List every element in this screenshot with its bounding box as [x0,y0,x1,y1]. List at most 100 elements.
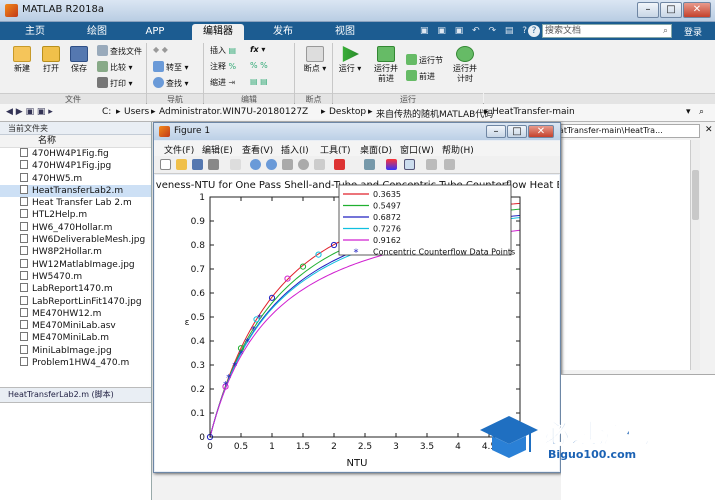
editor-tab[interactable]: eatTransfer-main\HeatTra... [550,124,700,138]
indent-button[interactable]: 缩进 ⇥ [210,77,235,88]
menu-window[interactable]: 窗口(W) [400,143,434,156]
path-drive[interactable]: C: [102,107,111,117]
menu-insert[interactable]: 插入(I) [281,143,309,156]
run-section-button[interactable]: 运行节 [406,54,443,66]
file-item[interactable]: ME470MiniLab.asv [0,320,151,332]
tab-editor[interactable]: 编辑器 [192,24,244,40]
file-item[interactable]: HW12MatlabImage.jpg [0,258,151,271]
help-icon[interactable]: ? [528,25,540,37]
tab-apps[interactable]: APP [134,24,176,40]
fx-icon[interactable]: fx ▾ [250,45,265,54]
print-icon[interactable] [208,159,219,170]
ribbon-tab-strip: 主页 绘图 APP 编辑器 发布 视图 ▣ ▣ ▣ ↶ ↷ ▤ ? ? 搜索文档… [0,22,715,40]
editor-scrollbar[interactable] [690,140,700,370]
file-item[interactable]: HW6DeliverableMesh.jpg [0,234,151,246]
file-item[interactable]: ME470MiniLab.m [0,332,151,344]
zoom-out-icon[interactable] [266,159,277,170]
m-file-icon [20,357,28,367]
colorbar-icon[interactable] [386,159,397,170]
file-item[interactable]: HW6_470Hollar.m [0,221,151,234]
scroll-thumb[interactable] [692,170,699,220]
file-item[interactable]: MiniLabImage.jpg [0,344,151,357]
save-icon[interactable] [192,159,203,170]
new-button[interactable]: 新建 [8,46,36,74]
run-advance-button[interactable]: 运行并 前进 [370,46,402,84]
watermark: 必过源码 Biguo100.com [478,410,708,472]
menu-desktop[interactable]: 桌面(D) [360,143,392,156]
edit-icons-2[interactable]: ▤ ▤ [250,77,268,86]
goto-button[interactable]: 转至 ▾ [153,61,189,73]
address-search-icon[interactable]: ⌕ [699,107,704,117]
show-tools-icon[interactable] [444,159,455,170]
legend-entry: 0.9162 [373,236,401,245]
name-column-header[interactable]: 名称 [0,135,151,148]
file-item[interactable]: HW5470.m [0,270,151,283]
legend-icon[interactable] [404,159,415,170]
tab-publish[interactable]: 发布 [262,24,304,40]
zoom-in-icon[interactable] [250,159,261,170]
advance-label: 前进 [419,72,435,81]
file-item[interactable]: Problem1HW4_470.m [0,357,151,369]
link-icon[interactable] [364,159,375,170]
path-folder[interactable]: 来自传热的随机MATLAB代码 [376,107,493,120]
path-current[interactable]: HeatTransfer-main [492,107,575,117]
quick-access-icons[interactable]: ▣ ▣ ▣ ↶ ↷ ▤ ? [420,26,530,36]
file-item[interactable]: Heat Transfer Lab 2.m [0,197,151,209]
data-cursor-icon[interactable] [314,159,325,170]
maximize-button[interactable]: □ [660,2,682,18]
new-figure-icon[interactable] [160,159,171,170]
find-files-button[interactable]: 查找文件 [97,45,142,57]
rotate-icon[interactable] [298,159,309,170]
figure-close-button[interactable]: ✕ [528,125,554,138]
edit-icons[interactable]: % % [250,61,268,70]
editor-close-icon[interactable]: ✕ [705,125,713,135]
run-button[interactable]: 运行 ▾ [336,46,364,74]
menu-file[interactable]: 文件(F) [164,143,194,156]
path-users[interactable]: Users [124,107,149,117]
pan-icon[interactable] [282,159,293,170]
file-item[interactable]: HW8P2Hollar.m [0,246,151,258]
open-icon[interactable] [176,159,187,170]
search-documentation-input[interactable]: 搜索文档 ⌕ [542,24,672,38]
path-desktop[interactable]: Desktop [329,107,366,117]
menu-tools[interactable]: 工具(T) [320,143,351,156]
path-user[interactable]: Administrator.WIN7U-20180127Z [159,107,308,117]
figure-maximize-button[interactable]: □ [507,125,527,138]
tab-plots[interactable]: 绘图 [76,24,118,40]
advance-button[interactable]: 前进 [406,70,435,82]
nav-buttons[interactable]: ◀ ▶ ▣ ▣ ▸ [6,107,53,117]
brush-icon[interactable] [334,159,345,170]
file-item[interactable]: HTL2Help.m [0,209,151,221]
menu-view[interactable]: 查看(V) [242,143,273,156]
file-item[interactable]: 470HW4P1Fig.fig [0,148,151,160]
select-arrow-icon[interactable] [230,159,241,170]
comment-button[interactable]: 注释 % [210,61,236,72]
file-item-selected[interactable]: HeatTransferLab2.m [0,184,151,198]
address-bar[interactable]: ◀ ▶ ▣ ▣ ▸ C: ▸ Users ▸ Administrator.WIN… [0,104,715,122]
compare-button[interactable]: 比较 ▾ [97,61,133,73]
open-button[interactable]: 打开 [38,46,64,74]
minimize-button[interactable]: – [637,2,659,18]
login-link[interactable]: 登录 [684,25,702,38]
close-button[interactable]: ✕ [683,2,711,18]
find-button[interactable]: 查找 ▾ [153,77,189,89]
nav-arrows[interactable]: ◆ ◆ [153,45,168,54]
file-item[interactable]: LabReportLinFit1470.jpg [0,295,151,308]
insert-button[interactable]: 插入 ▤ [210,45,236,56]
file-item[interactable]: 470HW5.m [0,172,151,185]
run-time-button[interactable]: 运行并 计时 [450,46,480,84]
save-button[interactable]: 保存 [66,46,92,74]
tab-home[interactable]: 主页 [14,24,56,40]
menu-edit[interactable]: 编辑(E) [202,143,233,156]
breakpoints-button[interactable]: 断点 ▾ [300,46,330,74]
address-dropdown-icon[interactable]: ▾ [686,107,691,117]
menu-help[interactable]: 帮助(H) [442,143,474,156]
file-item[interactable]: ME470HW12.m [0,307,151,320]
figure-minimize-button[interactable]: – [486,125,506,138]
hide-tools-icon[interactable] [426,159,437,170]
m-file-icon [20,307,28,317]
tab-view[interactable]: 视图 [324,24,366,40]
file-item[interactable]: LabReport1470.m [0,283,151,295]
print-button[interactable]: 打印 ▾ [97,77,133,89]
file-item[interactable]: 470HW4P1Fig.jpg [0,160,151,172]
